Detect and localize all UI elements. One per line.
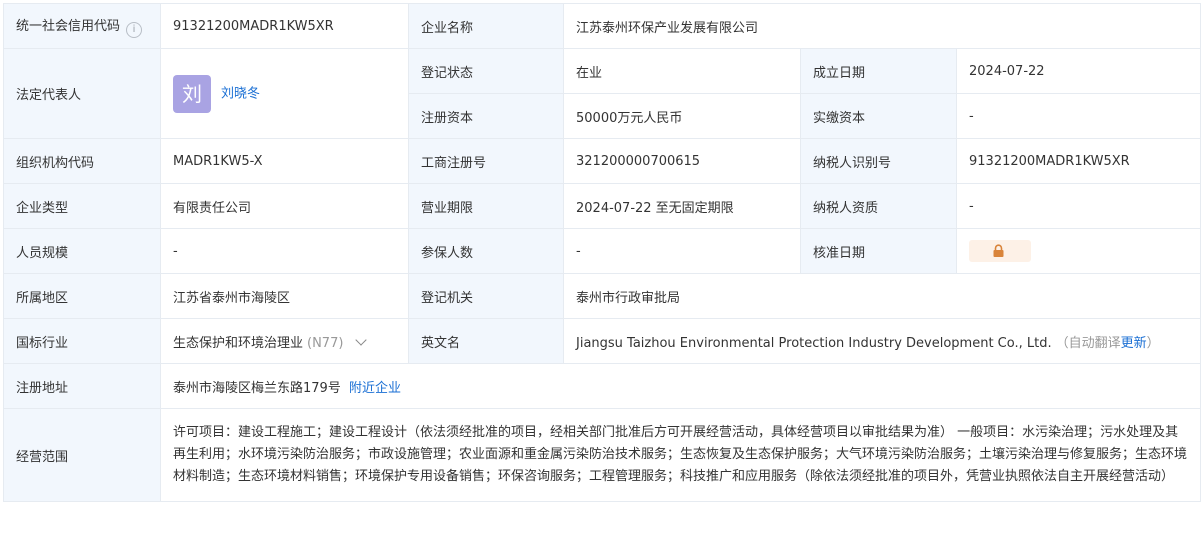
industry-label: 国标行业 <box>3 318 161 364</box>
staff-size-value: - <box>160 228 409 274</box>
insured-count-label: 参保人数 <box>408 228 564 274</box>
industry-name: 生态保护和环境治理业 <box>173 335 304 351</box>
row-scope: 经营范围 许可项目：建设工程施工；建设工程设计（依法须经批准的项目，经相关部门批… <box>3 408 1201 502</box>
taxpayer-id-value: 91321200MADR1KW5XR <box>955 138 1201 184</box>
company-type-value: 有限责任公司 <box>160 183 409 229</box>
biz-reg-no-label: 工商注册号 <box>408 138 564 184</box>
staff-size-label: 人员规模 <box>3 228 161 274</box>
legal-rep-link[interactable]: 刘晓冬 <box>221 86 260 101</box>
paid-capital-value: - <box>955 93 1201 139</box>
paid-capital-label: 实缴资本 <box>800 93 957 139</box>
english-name-text: Jiangsu Taizhou Environmental Protection… <box>576 335 1052 351</box>
row-industry: 国标行业 生态保护和环境治理业 (N77) 英文名 Jiangsu Taizhou… <box>3 318 1201 364</box>
address-text: 泰州市海陵区梅兰东路179号 <box>173 380 341 396</box>
lock-icon <box>993 244 1004 257</box>
row-reg-status: 法定代表人 刘刘晓冬 登记状态 在业 成立日期 2024-07-22 <box>3 48 1201 139</box>
company-type-label: 企业类型 <box>3 183 161 229</box>
region-value: 江苏省泰州市海陵区 <box>160 273 409 319</box>
english-name-value: Jiangsu Taizhou Environmental Protection… <box>562 318 1201 364</box>
taxpayer-qual-label: 纳税人资质 <box>800 183 957 229</box>
nearby-companies-link[interactable]: 附近企业 <box>349 381 401 396</box>
reg-status-value: 在业 <box>563 48 801 94</box>
company-name-label: 企业名称 <box>408 3 564 49</box>
org-code-label: 组织机构代码 <box>3 138 161 184</box>
row-company-type: 企业类型 有限责任公司 营业期限 2024-07-22 至无固定期限 纳税人资质… <box>3 183 1201 229</box>
biz-reg-no-value: 321200000700615 <box>563 138 801 184</box>
approval-date-value <box>955 228 1201 274</box>
industry-value[interactable]: 生态保护和环境治理业 (N77) <box>160 318 409 364</box>
reg-status-label: 登记状态 <box>408 48 564 94</box>
reg-authority-label: 登记机关 <box>408 273 564 319</box>
region-label: 所属地区 <box>3 273 161 319</box>
row-org-code: 组织机构代码 MADR1KW5-X 工商注册号 321200000700615 … <box>3 138 1201 184</box>
locked-value-button[interactable] <box>969 240 1031 262</box>
update-translation-link[interactable]: 更新 <box>1121 336 1147 351</box>
company-name-value: 江苏泰州环保产业发展有限公司 <box>562 3 1201 49</box>
row-staff-size: 人员规模 - 参保人数 - 核准日期 <box>3 228 1201 274</box>
org-code-value: MADR1KW5-X <box>160 138 409 184</box>
taxpayer-qual-value: - <box>955 183 1201 229</box>
taxpayer-id-label: 纳税人识别号 <box>800 138 957 184</box>
credit-code-label: 统一社会信用代码 i <box>3 3 161 49</box>
row-credit-code: 统一社会信用代码 i 91321200MADR1KW5XR 企业名称 江苏泰州环保… <box>3 3 1201 49</box>
reg-authority-value: 泰州市行政审批局 <box>562 273 1201 319</box>
row-address: 注册地址 泰州市海陵区梅兰东路179号 附近企业 <box>3 363 1201 409</box>
insured-count-value: - <box>563 228 801 274</box>
company-info-table: 统一社会信用代码 i 91321200MADR1KW5XR 企业名称 江苏泰州环保… <box>3 3 1201 502</box>
est-date-label: 成立日期 <box>800 48 957 94</box>
business-scope-value: 许可项目：建设工程施工；建设工程设计（依法须经批准的项目，经相关部门批准后方可开… <box>159 408 1201 502</box>
auto-translate-note-end: ） <box>1146 335 1160 351</box>
est-date-value: 2024-07-22 <box>955 48 1201 94</box>
row-region: 所属地区 江苏省泰州市海陵区 登记机关 泰州市行政审批局 <box>3 273 1201 319</box>
legal-rep-label: 法定代表人 <box>3 48 161 139</box>
chevron-down-icon[interactable] <box>355 333 368 346</box>
scope-label: 经营范围 <box>3 408 161 502</box>
address-value: 泰州市海陵区梅兰东路179号 附近企业 <box>159 363 1201 409</box>
auto-translate-note: （自动翻译 <box>1055 335 1121 351</box>
legal-rep-value: 刘刘晓冬 <box>160 48 409 139</box>
avatar[interactable]: 刘 <box>173 74 211 113</box>
english-name-label: 英文名 <box>408 318 564 364</box>
biz-term-value: 2024-07-22 至无固定期限 <box>563 183 801 229</box>
reg-capital-value: 50000万元人民币 <box>563 93 801 139</box>
reg-capital-label: 注册资本 <box>408 93 564 139</box>
industry-code: (N77) <box>307 335 344 351</box>
help-circle-icon[interactable]: i <box>126 21 143 38</box>
biz-term-label: 营业期限 <box>408 183 564 229</box>
approval-date-label: 核准日期 <box>800 228 957 274</box>
credit-code-value: 91321200MADR1KW5XR <box>160 3 409 49</box>
address-label: 注册地址 <box>3 363 161 409</box>
